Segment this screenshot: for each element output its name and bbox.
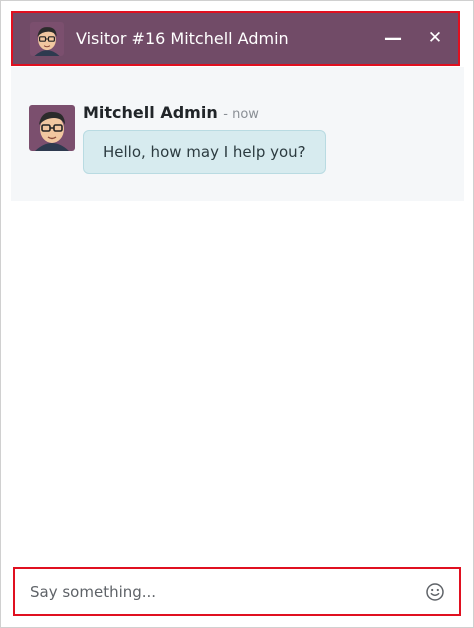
message-avatar — [29, 105, 75, 151]
chat-title: Visitor #16 Mitchell Admin — [76, 29, 289, 48]
message-thread: Mitchell Admin - now Hello, how may I he… — [11, 67, 464, 201]
header-avatar — [30, 21, 64, 56]
livechat-window: Visitor #16 Mitchell Admin — ✕ Mitchell … — [0, 0, 474, 628]
chat-header[interactable]: Visitor #16 Mitchell Admin — ✕ — [11, 11, 460, 66]
close-icon[interactable]: ✕ — [424, 30, 446, 47]
message-bubble: Hello, how may I help you? — [83, 130, 326, 174]
message-input[interactable] — [28, 581, 425, 602]
composer — [13, 567, 461, 616]
message-author: Mitchell Admin - now — [83, 103, 259, 122]
author-name: Mitchell Admin — [83, 103, 218, 122]
smiley-icon[interactable] — [425, 582, 445, 602]
minimize-icon[interactable]: — — [382, 29, 404, 48]
message-time: - now — [223, 107, 259, 122]
